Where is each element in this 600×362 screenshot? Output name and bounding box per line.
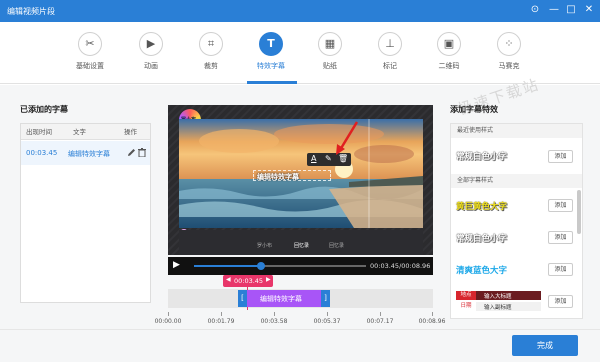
style-preview-line: 日期 输入副标题: [456, 302, 541, 311]
style-item: 清爽蓝色大字 添加: [451, 254, 577, 286]
tool-mark[interactable]: ⊥ 标记: [366, 32, 414, 71]
active-tool-indicator: [247, 81, 297, 84]
style-preview-line: 地点 输入大标题: [456, 291, 541, 300]
tool-basic-settings[interactable]: ✂ 基础设置: [66, 32, 114, 71]
marker-right-arrow[interactable]: ▶: [266, 276, 271, 283]
row-time: 00:03.45: [26, 149, 58, 157]
mosaic-icon: ⁘: [497, 32, 521, 56]
minimize-button[interactable]: —: [547, 3, 561, 17]
tool-crop[interactable]: ⌗ 裁剪: [187, 32, 235, 71]
add-style-button[interactable]: 添加: [548, 150, 573, 163]
tool-label: 特效字幕: [257, 62, 285, 70]
image-icon: ▦: [318, 32, 342, 56]
table-row[interactable]: 00:03.45 编辑特效字幕: [21, 141, 150, 165]
style-preview: 黄巨黄色大字: [456, 202, 508, 212]
column-text: 文字: [73, 128, 86, 136]
tick-label: 00:05.37: [313, 318, 341, 325]
inner-label: 罗小布: [257, 243, 273, 249]
tool-sticker[interactable]: ▦ 贴纸: [306, 32, 354, 71]
add-style-button[interactable]: 添加: [548, 231, 573, 244]
time-display: 00:03.45/00:08.96: [370, 262, 431, 270]
window-title: 编辑视频片段: [7, 7, 55, 16]
add-style-button[interactable]: 添加: [548, 263, 573, 276]
tool-mosaic[interactable]: ⁘ 马赛克: [485, 32, 533, 71]
all-styles-header: 全部字幕样式: [451, 174, 582, 188]
tag-date: 日期: [456, 302, 476, 311]
timeline-ruler: [168, 312, 433, 316]
tick-label: 00:00.00: [154, 318, 182, 325]
marker-left-arrow[interactable]: ◀: [226, 276, 231, 283]
tool-animation[interactable]: ▶ 动画: [127, 32, 175, 71]
close-button[interactable]: ✕: [582, 3, 596, 17]
seek-progress: [194, 265, 262, 267]
marker-time: 00:03.45: [234, 277, 264, 285]
title-placeholder: 输入大标题: [484, 294, 512, 300]
footer-bar: [0, 329, 600, 362]
tick-label: 00:07.17: [366, 318, 394, 325]
tag-location: 地点: [456, 291, 476, 300]
crop-icon: ⌗: [199, 32, 223, 56]
tool-label: 基础设置: [76, 62, 104, 70]
column-actions: 操作: [124, 128, 137, 136]
style-item: 黄巨黄色大字 添加: [451, 190, 577, 222]
style-preview: 常规白色小字: [456, 234, 508, 244]
tool-label: 裁剪: [204, 62, 218, 70]
inner-label: 回忆录: [294, 243, 310, 249]
style-list-scrollbar[interactable]: [577, 190, 581, 234]
tool-label: 二维码: [438, 62, 460, 70]
tick-label: 00:03.58: [260, 318, 288, 325]
maximize-button[interactable]: □: [564, 3, 578, 17]
frame-bottom-strip: 罗小布 回忆录 回忆录: [179, 230, 423, 255]
style-preview: 清爽蓝色大字: [456, 266, 508, 276]
style-item: 地点 输入大标题 日期 输入副标题 添加: [451, 286, 577, 318]
style-item: 常规白色小字 添加: [451, 222, 577, 254]
add-style-button[interactable]: 添加: [548, 295, 573, 308]
feature-toolbar: ✂ 基础设置 ▶ 动画 ⌗ 裁剪 T 特效字幕 ▦ 贴纸 ⊥ 标记 ▣ 二维码 ⁘ 马赛克: [0, 22, 600, 84]
tick-label: 00:01.79: [207, 318, 235, 325]
subtitle-placeholder: 输入副标题: [484, 305, 512, 311]
tool-label: 马赛克: [498, 62, 520, 70]
row-text: 编辑特效字幕: [68, 150, 110, 158]
subtitle-overlay-text: 编辑特效字幕: [257, 173, 299, 181]
pin-icon: ⊥: [378, 32, 402, 56]
tool-label: 动画: [144, 62, 158, 70]
text-style-icon[interactable]: A: [311, 154, 316, 163]
pen-icon[interactable]: ✎: [325, 154, 332, 163]
style-preview: 常规白色小字: [456, 152, 508, 162]
title-bar: 编辑视频片段 ⊙ — □ ✕: [0, 0, 600, 22]
add-style-button[interactable]: 添加: [548, 199, 573, 212]
subtitle-overlay-box[interactable]: 编辑特效字幕: [253, 170, 331, 181]
tool-label: 标记: [383, 62, 397, 70]
tool-qrcode[interactable]: ▣ 二维码: [425, 32, 473, 71]
edit-icon[interactable]: [127, 148, 136, 157]
recent-styles-header: 最近使用样式: [451, 124, 582, 138]
inner-label: 回忆录: [329, 243, 345, 249]
style-item: 常规白色小字 添加: [451, 139, 582, 173]
tool-label: 贴纸: [323, 62, 337, 70]
skin-icon[interactable]: ⊙: [528, 3, 542, 17]
delete-icon[interactable]: [138, 148, 146, 157]
subtitle-list: 出现时间 文字 操作 00:03.45 编辑特效字幕: [20, 123, 151, 303]
clip-start-handle[interactable]: [: [238, 290, 247, 307]
tick-label: 00:08.96: [418, 318, 446, 325]
text-icon: T: [259, 32, 283, 56]
column-time: 出现时间: [26, 128, 52, 136]
play-button[interactable]: ▶: [173, 260, 180, 270]
subtitle-style-panel: 最近使用样式 常规白色小字 添加 全部字幕样式 黄巨黄色大字 添加 常规白色小字…: [450, 123, 583, 319]
tool-effect-subtitle[interactable]: T 特效字幕: [247, 32, 295, 71]
finish-button[interactable]: 完成: [512, 335, 578, 356]
clip-label: 编辑特效字幕: [260, 295, 302, 303]
scissors-icon: ✂: [78, 32, 102, 56]
added-subtitles-heading: 已添加的字幕: [20, 105, 68, 114]
seek-handle[interactable]: [257, 262, 266, 270]
playhead-marker[interactable]: ◀ 00:03.45 ▶: [223, 275, 273, 287]
add-effect-heading: 添加字幕特效: [450, 105, 498, 114]
red-arrow-annotation: [336, 121, 359, 155]
play-icon: ▶: [139, 32, 163, 56]
subtitle-clip[interactable]: [ 编辑特效字幕 ]: [238, 290, 330, 307]
qrcode-icon: ▣: [437, 32, 461, 56]
clip-end-handle[interactable]: ]: [321, 290, 330, 307]
playback-bar: ▶ 00:03.45/00:08.96: [168, 257, 433, 275]
